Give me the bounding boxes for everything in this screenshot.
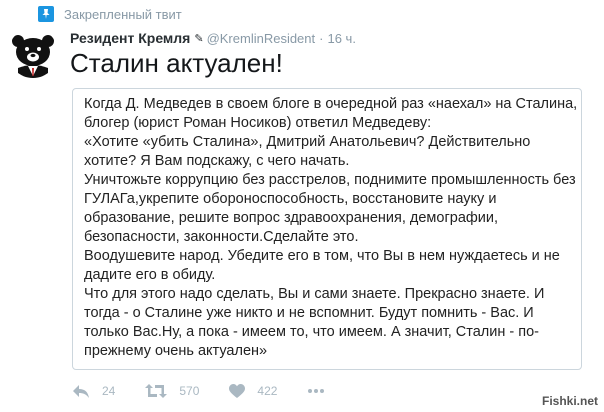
- pen-icon: ✎: [194, 32, 204, 45]
- pin-icon: [38, 6, 54, 22]
- image-text-line: тогда - о Сталине уже никто и не вспомни…: [84, 305, 534, 321]
- like-button[interactable]: 422: [229, 383, 278, 399]
- tweet-header: Резидент Кремля ✎ @KremlinResident · 16 …: [70, 28, 356, 48]
- image-text-line: Уничтожьте коррупцию без расстрелов, под…: [84, 172, 576, 188]
- reply-button[interactable]: 24: [72, 383, 115, 399]
- separator: ·: [319, 30, 324, 46]
- retweet-count: 570: [179, 384, 200, 398]
- bear-logo-icon: [9, 29, 57, 78]
- image-text: Когда Д. Медведев в своем блоге в очеред…: [84, 95, 578, 361]
- image-text-line: «Хотите «убить Сталина», Дмитрий Анатоль…: [84, 134, 531, 150]
- image-text-line: Воодушевите народ. Убедите его в том, чт…: [84, 248, 560, 264]
- image-text-line: Что для этого надо сделать, Вы и сами зн…: [84, 286, 545, 302]
- image-text-line: образование, решите вопрос здравоохранен…: [84, 210, 499, 226]
- image-text-line: хотите? Я Вам подскажу, с чего начать.: [84, 153, 350, 169]
- tweet-actions: 24 570 422: [72, 380, 355, 402]
- tweet-image[interactable]: Когда Д. Медведев в своем блоге в очеред…: [72, 88, 582, 370]
- heart-icon: [229, 383, 246, 398]
- like-count: 422: [257, 384, 278, 398]
- more-button[interactable]: [307, 388, 325, 394]
- retweet-button[interactable]: 570: [145, 383, 199, 399]
- avatar[interactable]: [8, 28, 58, 78]
- reply-icon: [73, 385, 89, 398]
- image-text-line: дадите его в обиду.: [84, 267, 216, 283]
- tweet-text: Сталин актуален!: [70, 48, 283, 78]
- image-text-line: блогер (юрист Роман Носиков) ответил Мед…: [84, 115, 432, 131]
- pinned-tweet-header: Закрепленный твит: [38, 5, 182, 23]
- more-icon: [308, 389, 325, 393]
- image-text-line: ГУЛАГа,укрепите обороноспособность, восс…: [84, 191, 497, 207]
- author-name[interactable]: Резидент Кремля: [70, 30, 190, 46]
- watermark: Fishki.net: [541, 394, 598, 408]
- image-text-line: безопасности, законности.Сделайте это.: [84, 229, 359, 245]
- reply-count: 24: [102, 384, 116, 398]
- pinned-label: Закрепленный твит: [64, 6, 182, 22]
- image-text-line: прежнему очень актуален»: [84, 343, 268, 359]
- tweet-timestamp[interactable]: 16 ч.: [327, 31, 355, 46]
- retweet-icon: [145, 384, 168, 398]
- image-text-line: Когда Д. Медведев в своем блоге в очеред…: [84, 96, 578, 112]
- image-text-line: только Вас.Ну, а пока - имеем то, что им…: [84, 324, 540, 340]
- author-handle[interactable]: @KremlinResident: [207, 31, 316, 46]
